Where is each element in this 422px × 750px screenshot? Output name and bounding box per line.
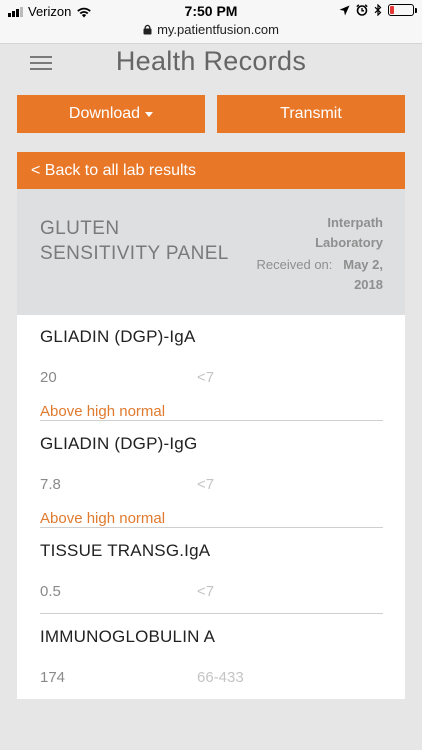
result-range: <7 bbox=[197, 583, 215, 600]
result-range: <7 bbox=[197, 369, 215, 386]
status-bar: Verizon 7:50 PM bbox=[0, 0, 422, 22]
result-item[interactable]: IMMUNOGLOBULIN A 174 66-433 bbox=[40, 627, 383, 697]
lock-icon bbox=[143, 24, 152, 35]
received-info: Received on: May 2, 2018 bbox=[233, 255, 383, 295]
divider bbox=[40, 527, 383, 528]
location-icon bbox=[339, 5, 350, 15]
result-range: 66-433 bbox=[197, 669, 244, 686]
caret-down-icon bbox=[145, 111, 154, 117]
transmit-button[interactable]: Transmit bbox=[217, 95, 405, 133]
result-item[interactable]: GLIADIN (DGP)-IgG 7.8 <7 Above high norm… bbox=[40, 434, 383, 529]
result-flag: Above high normal bbox=[40, 403, 166, 420]
download-label: Download bbox=[68, 105, 141, 122]
result-value: 20 bbox=[40, 369, 57, 386]
result-name: IMMUNOGLOBULIN A bbox=[40, 627, 216, 646]
url-text: my.patientfusion.com bbox=[157, 22, 279, 37]
result-name: TISSUE TRANSG.IgA bbox=[40, 541, 211, 560]
results-list: GLIADIN (DGP)-IgA 20 <7 Above high norma… bbox=[17, 315, 405, 699]
result-value: 0.5 bbox=[40, 583, 61, 600]
bluetooth-icon bbox=[374, 4, 382, 16]
panel-title: GLUTEN SENSITIVITY PANEL bbox=[40, 218, 229, 264]
back-to-lab-results-link[interactable]: < Back to all lab results bbox=[17, 152, 405, 189]
result-item[interactable]: TISSUE TRANSG.IgA 0.5 <7 bbox=[40, 541, 383, 611]
lab-name: Interpath Laboratory bbox=[315, 215, 383, 250]
result-name: GLIADIN (DGP)-IgG bbox=[40, 434, 198, 453]
received-label: Received on: bbox=[256, 257, 333, 272]
transmit-label: Transmit bbox=[280, 105, 342, 122]
divider bbox=[40, 613, 383, 614]
alarm-icon bbox=[356, 4, 368, 16]
divider bbox=[40, 420, 383, 421]
battery-icon bbox=[388, 4, 417, 16]
url-bar[interactable]: my.patientfusion.com bbox=[0, 22, 422, 44]
result-range: <7 bbox=[197, 476, 215, 493]
received-date: May 2, 2018 bbox=[343, 257, 383, 292]
status-right bbox=[339, 4, 417, 16]
download-button[interactable]: Download bbox=[17, 95, 205, 133]
result-value: 7.8 bbox=[40, 476, 61, 493]
result-item[interactable]: GLIADIN (DGP)-IgA 20 <7 Above high norma… bbox=[40, 327, 383, 422]
result-flag: Above high normal bbox=[40, 510, 166, 527]
result-name: GLIADIN (DGP)-IgA bbox=[40, 327, 196, 346]
page-title: Health Records bbox=[115, 46, 307, 76]
back-label: < Back to all lab results bbox=[31, 161, 196, 179]
result-value: 174 bbox=[40, 669, 66, 686]
app-header: Health Records bbox=[0, 44, 422, 86]
panel-header: GLUTEN SENSITIVITY PANEL Interpath Labor… bbox=[17, 189, 405, 315]
